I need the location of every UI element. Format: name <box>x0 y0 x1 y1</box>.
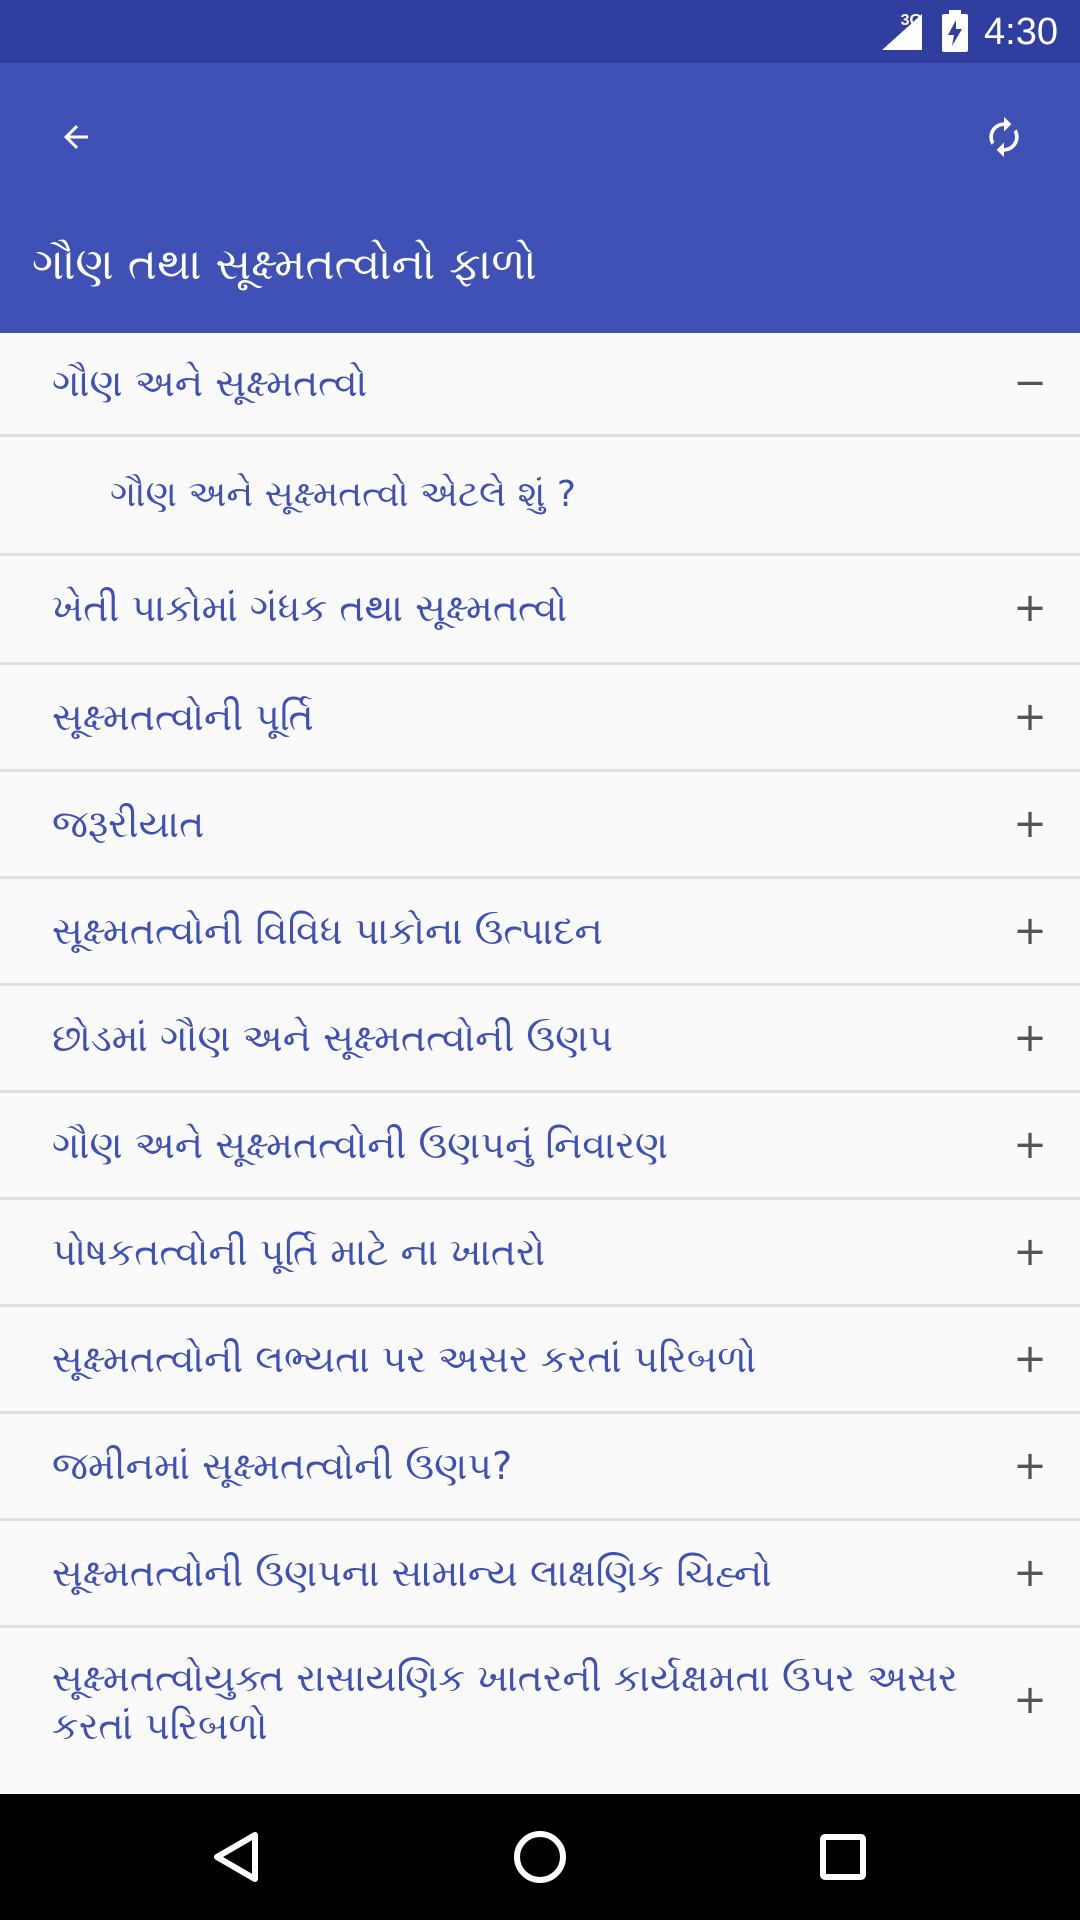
nav-back-button[interactable] <box>200 1822 270 1892</box>
expand-icon[interactable]: + <box>1010 804 1050 844</box>
list-item-label: જમીનમાં સૂક્ષ્મતત્વોની ઉણપ? <box>52 1444 513 1488</box>
signal-icon <box>882 14 922 50</box>
system-nav-bar <box>0 1794 1080 1920</box>
expand-icon[interactable]: + <box>1010 1553 1050 1593</box>
battery-charging-icon <box>942 10 968 52</box>
list-item-label: ખેતી પાકોમાં ગંધક તથા સૂક્ષ્મતત્વો <box>52 586 568 630</box>
back-button[interactable] <box>44 105 108 169</box>
expand-icon[interactable]: + <box>1010 1680 1050 1720</box>
list-child-item[interactable]: ગૌણ અને સૂક્ષ્મતત્વો એટલે શું ? <box>0 437 1080 556</box>
expand-icon[interactable]: + <box>1010 1018 1050 1058</box>
list-item[interactable]: ખેતી પાકોમાં ગંધક તથા સૂક્ષ્મતત્વો + <box>0 556 1080 665</box>
list-item-label: સૂક્ષ્મતત્વોની પૂર્તિ <box>52 695 314 739</box>
list-item[interactable]: ગૌણ અને સૂક્ષ્મતત્વોની ઉણપનું નિવારણ + <box>0 1093 1080 1200</box>
list-item-label: ગૌણ અને સૂક્ષ્મતત્વો <box>52 361 368 405</box>
list-item[interactable]: સૂક્ષ્મતત્વોની પૂર્તિ + <box>0 665 1080 772</box>
refresh-icon <box>989 116 1019 158</box>
list-item[interactable]: છોડમાં ગૌણ અને સૂક્ષ્મતત્વોની ઉણપ + <box>0 986 1080 1093</box>
list-item-label: જરૂરીયાત <box>52 802 205 846</box>
expand-icon[interactable]: + <box>1010 588 1050 628</box>
list-item-label: સૂક્ષ્મતત્વોની લભ્યતા પર અસર કરતાં પરિબળ… <box>52 1337 757 1381</box>
list-item[interactable]: જરૂરીયાત + <box>0 772 1080 879</box>
list-item-label: સૂક્ષ્મતત્વોની વિવિધ પાકોના ઉત્પાદન <box>52 909 603 953</box>
expand-icon[interactable]: + <box>1010 1125 1050 1165</box>
expand-icon[interactable]: + <box>1010 1232 1050 1272</box>
home-circle-icon <box>514 1831 566 1883</box>
list-item[interactable]: સૂક્ષ્મતત્વોની વિવિધ પાકોના ઉત્પાદન + <box>0 879 1080 986</box>
list-item-label: પોષકતત્વોની પૂર્તિ માટે ના ખાતરો <box>52 1230 546 1274</box>
list-item-label: છોડમાં ગૌણ અને સૂક્ષ્મતત્વોની ઉણપ <box>52 1016 613 1060</box>
list-item[interactable]: સૂક્ષ્મતત્વોની ઉણપના સામાન્ય લાક્ષણિક ચિ… <box>0 1521 1080 1628</box>
refresh-button[interactable] <box>972 105 1036 169</box>
expand-icon[interactable]: + <box>1010 1339 1050 1379</box>
topic-list: ગૌણ અને સૂક્ષ્મતત્વો − ગૌણ અને સૂક્ષ્મતત… <box>0 333 1080 1779</box>
list-child-label: ગૌણ અને સૂક્ષ્મતત્વો એટલે શું ? <box>110 474 576 515</box>
clock: 4:30 <box>984 11 1058 53</box>
list-item[interactable]: સૂક્ષ્મતત્વોની લભ્યતા પર અસર કરતાં પરિબળ… <box>0 1307 1080 1414</box>
status-bar: 3G 4:30 <box>0 0 1080 63</box>
list-item-label: સૂક્ષ્મતત્વોની ઉણપના સામાન્ય લાક્ષણિક ચિ… <box>52 1551 772 1595</box>
list-item-label: સૂક્ષ્મતત્વોયુક્ત રાસાયણિક ખાતરની કાર્યક… <box>52 1656 958 1748</box>
recents-square-icon <box>820 1834 866 1880</box>
back-triangle-icon <box>214 1832 258 1882</box>
list-item[interactable]: જમીનમાં સૂક્ષ્મતત્વોની ઉણપ? + <box>0 1414 1080 1521</box>
list-item-label: ગૌણ અને સૂક્ષ્મતત્વોની ઉણપનું નિવારણ <box>52 1123 669 1167</box>
list-item[interactable]: પોષકતત્વોની પૂર્તિ માટે ના ખાતરો + <box>0 1200 1080 1307</box>
expand-icon[interactable]: + <box>1010 697 1050 737</box>
app-bar: ગૌણ તથા સૂક્ષ્મતત્વોનો ફાળો <box>0 63 1080 333</box>
list-item[interactable]: સૂક્ષ્મતત્વોયુક્ત રાસાયણિક ખાતરની કાર્યક… <box>0 1628 1080 1779</box>
arrow-left-icon <box>64 125 88 149</box>
expand-icon[interactable]: + <box>1010 1446 1050 1486</box>
collapse-icon[interactable]: − <box>1010 363 1050 403</box>
page-title: ગૌણ તથા સૂક્ષ્મતત્વોનો ફાળો <box>32 239 537 290</box>
expand-icon[interactable]: + <box>1010 911 1050 951</box>
nav-recents-button[interactable] <box>808 1822 878 1892</box>
list-group-expanded[interactable]: ગૌણ અને સૂક્ષ્મતત્વો − <box>0 333 1080 437</box>
nav-home-button[interactable] <box>505 1822 575 1892</box>
